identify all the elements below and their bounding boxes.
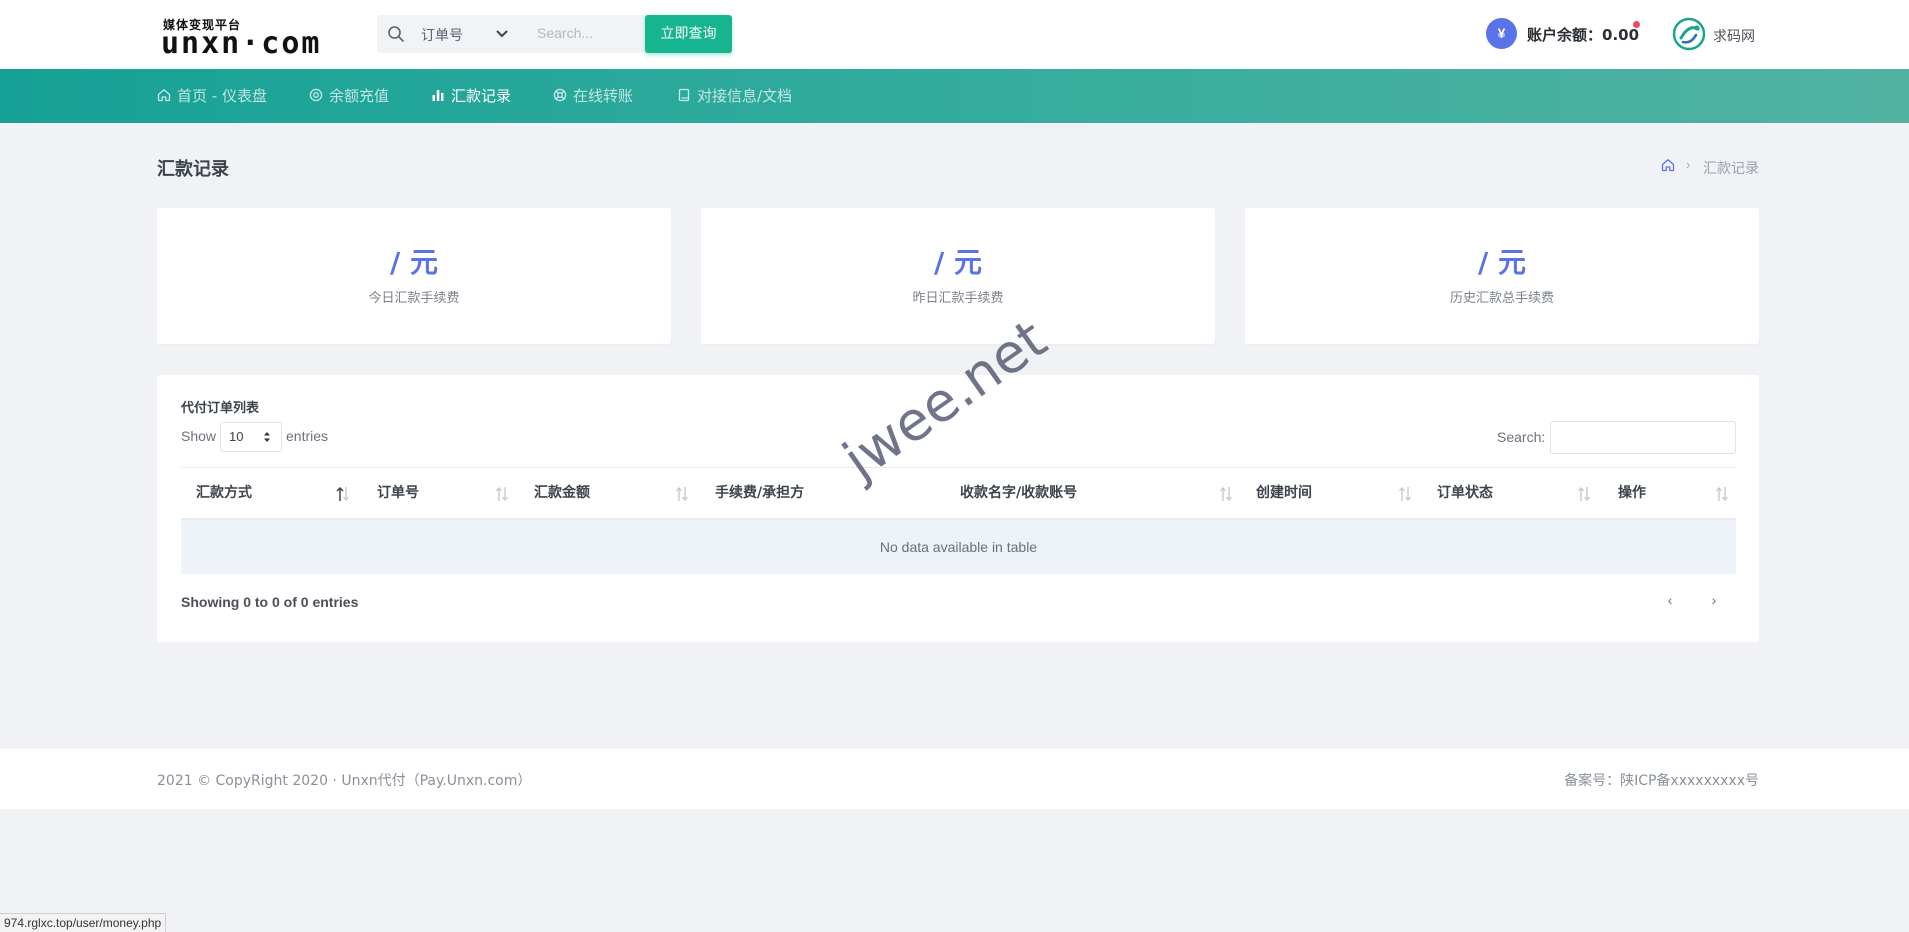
nav-label: 在线转账: [573, 87, 634, 105]
sort-asc-icon[interactable]: [336, 485, 350, 503]
show-label: Show: [181, 428, 217, 444]
nav-item-transfer[interactable]: 在线转账: [553, 69, 633, 123]
pagination-prev-button[interactable]: ‹: [1660, 590, 1680, 610]
nav-item-recharge[interactable]: 余额充值: [309, 69, 389, 123]
column-header-actions[interactable]: 操作: [1618, 468, 1646, 519]
stat-value: / 元: [390, 246, 438, 279]
balance-label: 账户余额：0.00: [1527, 26, 1640, 44]
sort-icon[interactable]: [495, 485, 509, 503]
footer: 2021 © CopyRight 2020 · Unxn代付（Pay.Unxn.…: [0, 749, 1909, 809]
main-nav: 首页 - 仪表盘 余额充值 汇款记录 在线转账 对接信息/文档: [0, 69, 1909, 123]
table-header: 汇款方式 订单号 汇款金额 手续费/承担方 收款名字/收款账号 创建时间 订单状…: [181, 467, 1736, 520]
pagination-next-button[interactable]: ›: [1704, 590, 1724, 610]
footer-icp: 备案号：陕ICP备xxxxxxxxx号: [1564, 773, 1759, 789]
sort-icon[interactable]: [1715, 485, 1729, 503]
column-header-status[interactable]: 订单状态: [1437, 468, 1493, 519]
nav-item-remittance[interactable]: 汇款记录: [431, 69, 511, 123]
table-search-input[interactable]: [1550, 421, 1736, 454]
stat-label: 历史汇款总手续费: [1449, 291, 1554, 306]
home-icon: [157, 89, 171, 102]
sort-icon[interactable]: [1577, 485, 1591, 503]
column-header-created[interactable]: 创建时间: [1256, 468, 1312, 519]
page-size-value: 10: [229, 429, 244, 444]
nav-item-docs[interactable]: 对接信息/文档: [677, 69, 792, 123]
nav-label: 对接信息/文档: [697, 87, 793, 105]
sort-caret-icon: [264, 432, 270, 442]
top-bar: 媒体变现平台 unxn·com 订单号 Search... 立即查询 ¥ 账户余…: [0, 0, 1909, 69]
avatar: [1672, 17, 1706, 51]
column-header-fee[interactable]: 手续费/承担方: [715, 468, 804, 519]
site-logo[interactable]: 媒体变现平台 unxn·com: [161, 14, 356, 61]
stat-card-yesterday-fee: / 元 昨日汇款手续费: [701, 208, 1215, 344]
table-info: Showing 0 to 0 of 0 entries: [181, 594, 359, 610]
chevron-down-icon[interactable]: [495, 28, 509, 40]
bar-chart-icon: [432, 90, 444, 101]
stat-label: 今日汇款手续费: [368, 291, 460, 306]
stat-card-total-fee: / 元 历史汇款总手续费: [1245, 208, 1759, 344]
table-search-label: Search:: [1497, 429, 1546, 445]
nav-label: 余额充值: [329, 87, 390, 105]
book-icon: [678, 88, 690, 102]
table-title: 代付订单列表: [181, 401, 260, 416]
sort-icon[interactable]: [1219, 485, 1233, 503]
sort-icon[interactable]: [1398, 485, 1412, 503]
search-icon: [388, 26, 404, 42]
stat-label: 昨日汇款手续费: [912, 291, 1004, 306]
entries-label: entries: [286, 428, 329, 444]
lifebuoy-icon: [553, 88, 567, 102]
column-header-payee[interactable]: 收款名字/收款账号: [960, 468, 1077, 519]
breadcrumb-separator: ›: [1686, 157, 1691, 172]
sort-icon[interactable]: [675, 485, 689, 503]
nav-label: 汇款记录: [451, 87, 512, 105]
notification-dot: [1633, 21, 1640, 28]
footer-copyright: 2021 © CopyRight 2020 · Unxn代付（Pay.Unxn.…: [157, 773, 532, 789]
column-header-method[interactable]: 汇款方式: [196, 468, 252, 519]
nav-item-dashboard[interactable]: 首页 - 仪表盘: [157, 69, 267, 123]
stat-value: / 元: [1478, 246, 1526, 279]
stat-value: / 元: [934, 246, 982, 279]
target-icon: [309, 88, 323, 102]
user-name: 求码网: [1713, 29, 1755, 45]
search-input[interactable]: Search...: [537, 25, 593, 41]
yen-icon: ¥: [1486, 18, 1517, 49]
status-bar-url: 974.rglxc.top/user/money.php: [0, 913, 167, 932]
home-icon[interactable]: [1661, 158, 1675, 172]
nav-label: 首页 - 仪表盘: [177, 87, 267, 105]
column-header-order-no[interactable]: 订单号: [377, 468, 419, 519]
stat-card-today-fee: / 元 今日汇款手续费: [157, 208, 671, 344]
table-empty-row: No data available in table: [181, 520, 1736, 574]
logo-text: unxn·com: [161, 26, 322, 61]
order-table-card: 代付订单列表 Show 10 entries Search: 汇款方式 订单号 …: [157, 375, 1759, 642]
column-header-amount[interactable]: 汇款金额: [534, 468, 590, 519]
page-title: 汇款记录: [157, 159, 229, 180]
search-button[interactable]: 立即查询: [645, 15, 732, 53]
page-size-select[interactable]: 10: [220, 422, 282, 452]
breadcrumb-current: 汇款记录: [1703, 161, 1759, 177]
search-type-select[interactable]: 订单号: [421, 25, 463, 45]
